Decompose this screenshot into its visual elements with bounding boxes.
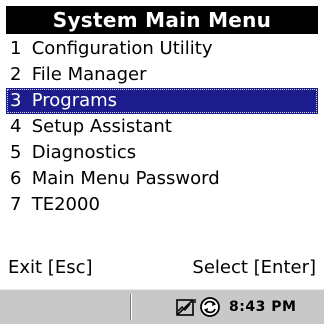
menu-item-number: 1 — [10, 38, 22, 59]
menu-item-label: Diagnostics — [31, 142, 137, 163]
menu-item-diagnostics[interactable]: 5 Diagnostics — [6, 140, 318, 166]
menu-item-label: Programs — [31, 90, 118, 111]
menu-item-te2000[interactable]: 7 TE2000 — [6, 192, 318, 218]
menu-item-main-menu-password[interactable]: 6 Main Menu Password — [6, 166, 318, 192]
exit-button[interactable]: Exit [Esc] — [8, 255, 93, 281]
taskbar: 8:43 PM — [0, 289, 324, 324]
clock[interactable]: 8:43 PM — [229, 299, 296, 315]
menu-item-setup-assistant[interactable]: 4 Setup Assistant — [6, 114, 318, 140]
menu-item-label: File Manager — [31, 64, 147, 85]
system-tray: 8:43 PM — [175, 295, 296, 319]
menu-item-number: 2 — [10, 64, 22, 85]
no-network-icon[interactable] — [175, 296, 197, 318]
page-title: System Main Menu — [6, 6, 318, 34]
menu-item-label: Configuration Utility — [31, 38, 213, 59]
menu-item-label: Setup Assistant — [31, 116, 172, 137]
main-menu: 1 Configuration Utility 2 File Manager 3… — [6, 36, 318, 218]
menu-item-number: 5 — [10, 142, 22, 163]
menu-item-number: 7 — [10, 194, 22, 215]
menu-item-configuration-utility[interactable]: 1 Configuration Utility — [6, 36, 318, 62]
menu-item-number: 3 — [10, 90, 22, 111]
menu-item-label: Main Menu Password — [31, 168, 220, 189]
system-main-menu-screen: System Main Menu 1 Configuration Utility… — [0, 0, 324, 324]
menu-item-programs[interactable]: 3 Programs — [6, 88, 318, 114]
menu-item-number: 4 — [10, 116, 22, 137]
sync-icon[interactable] — [199, 296, 221, 318]
menu-item-file-manager[interactable]: 2 File Manager — [6, 62, 318, 88]
menu-item-label: TE2000 — [31, 194, 100, 215]
footer-bar: Exit [Esc] Select [Enter] — [6, 255, 318, 281]
select-button[interactable]: Select [Enter] — [192, 255, 316, 281]
taskbar-divider — [130, 294, 132, 320]
menu-item-number: 6 — [10, 168, 22, 189]
